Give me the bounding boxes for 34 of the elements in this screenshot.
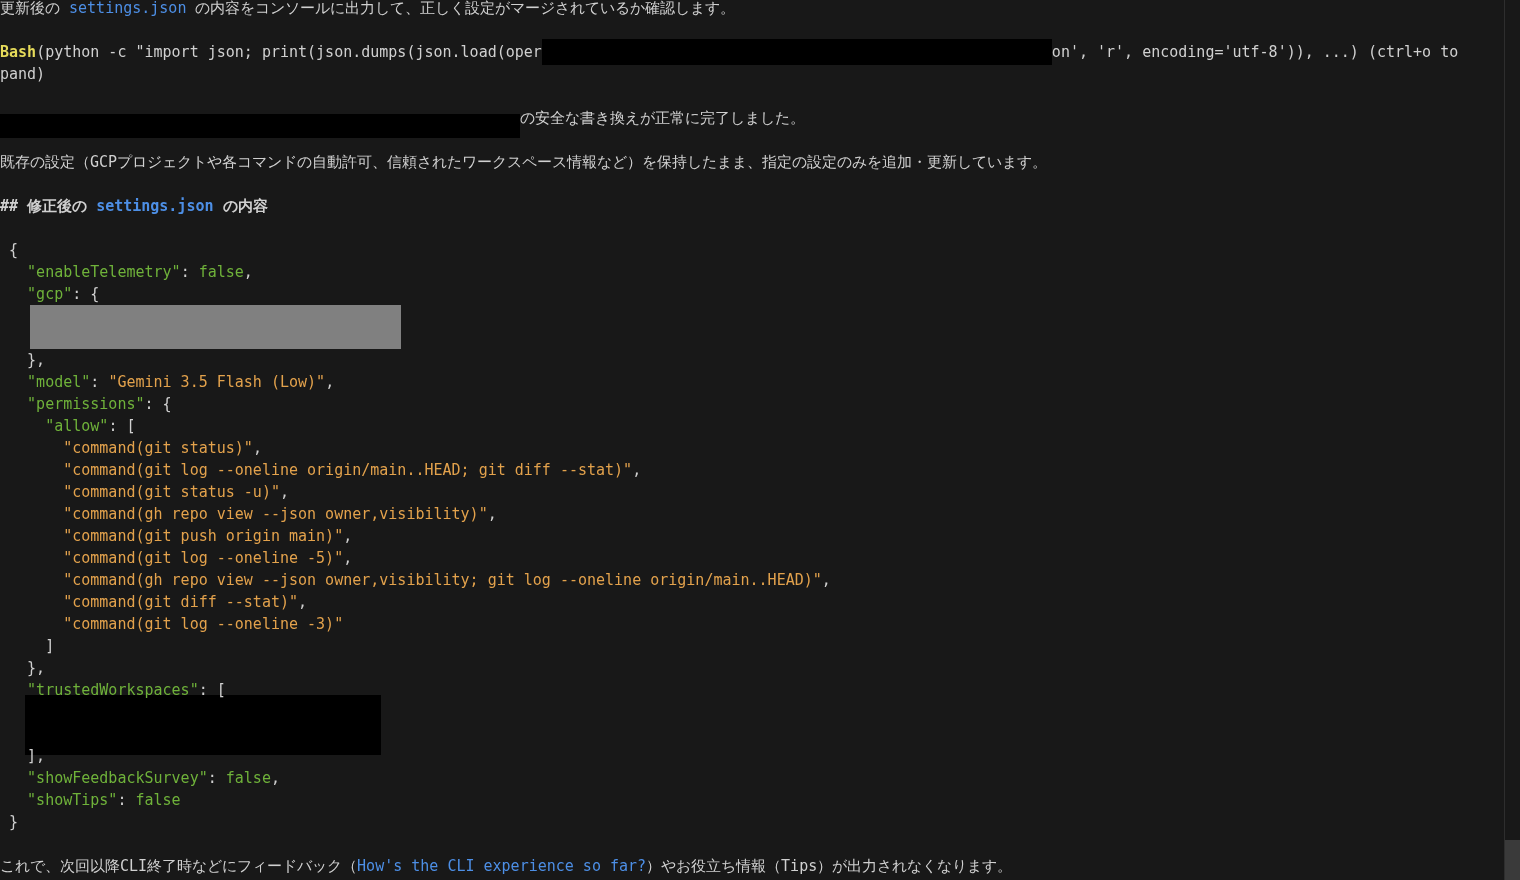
code-line: "command(git status -u)",	[62, 482, 290, 503]
tool-call-text: pand)	[0, 64, 47, 85]
message-text: 更新後の settings.json の内容をコンソールに出力して、正しく設定がマージされているか確認します。	[0, 0, 737, 19]
code-line: "model": "Gemini 3.5 Flash (Low)",	[26, 372, 336, 393]
code-line: "gcp": {	[26, 284, 101, 305]
code-line: "command(gh repo view --json owner,visibility)",	[62, 504, 498, 525]
code-line: "allow": [	[44, 416, 137, 437]
code-line: }	[8, 812, 20, 833]
code-line: "showTips": false	[26, 790, 182, 811]
code-line: "command(git push origin main)",	[62, 526, 354, 547]
scrollbar[interactable]	[1504, 0, 1520, 880]
code-line: "command(git log --oneline -3)"	[62, 614, 345, 635]
code-line: "command(git log --oneline origin/main..HEAD; git diff --stat)",	[62, 460, 643, 481]
code-line: "enableTelemetry": false,	[26, 262, 254, 283]
code-line: ]	[44, 636, 56, 657]
code-line: },	[26, 350, 47, 371]
tool-call-text: on', 'r', encoding='utf-8')), ...) (ctrl+o to	[1051, 42, 1459, 63]
tool-call-text: Bash	[0, 42, 37, 63]
code-line: "command(git status)",	[62, 438, 263, 459]
code-line: "showFeedbackSurvey": false,	[26, 768, 281, 789]
message-text: 既存の設定（GCPプロジェクトや各コマンドの自動許可、信頼されたワークスペース情報など）を保持したまま、指定の設定のみを追加・更新しています。	[0, 152, 1049, 173]
code-line: {	[8, 240, 20, 261]
code-line: },	[26, 658, 47, 679]
code-line: "command(git log --oneline -5)",	[62, 548, 354, 569]
scrollbar-thumb[interactable]	[1505, 840, 1520, 880]
code-line: ],	[26, 746, 47, 767]
section-heading: ## 修正後の settings.json の内容	[0, 196, 269, 217]
code-line: "trustedWorkspaces": [	[26, 680, 227, 701]
code-line: "permissions": {	[26, 394, 173, 415]
tool-call-text: (python -c "import json; print(json.dumps(json.load(oper	[36, 42, 542, 63]
message-text: これで、次回以降CLI終了時などにフィードバック（How's the CLI experience so far?）やお役立ち情報（Tips）が出力されなくなります。	[0, 856, 1014, 877]
code-line: "command(git diff --stat)",	[62, 592, 309, 613]
message-text: の安全な書き換えが正常に完了しました。	[520, 108, 805, 129]
code-line: "command(gh repo view --json owner,visibility; git log --oneline origin/main..HEAD)",	[62, 570, 832, 591]
